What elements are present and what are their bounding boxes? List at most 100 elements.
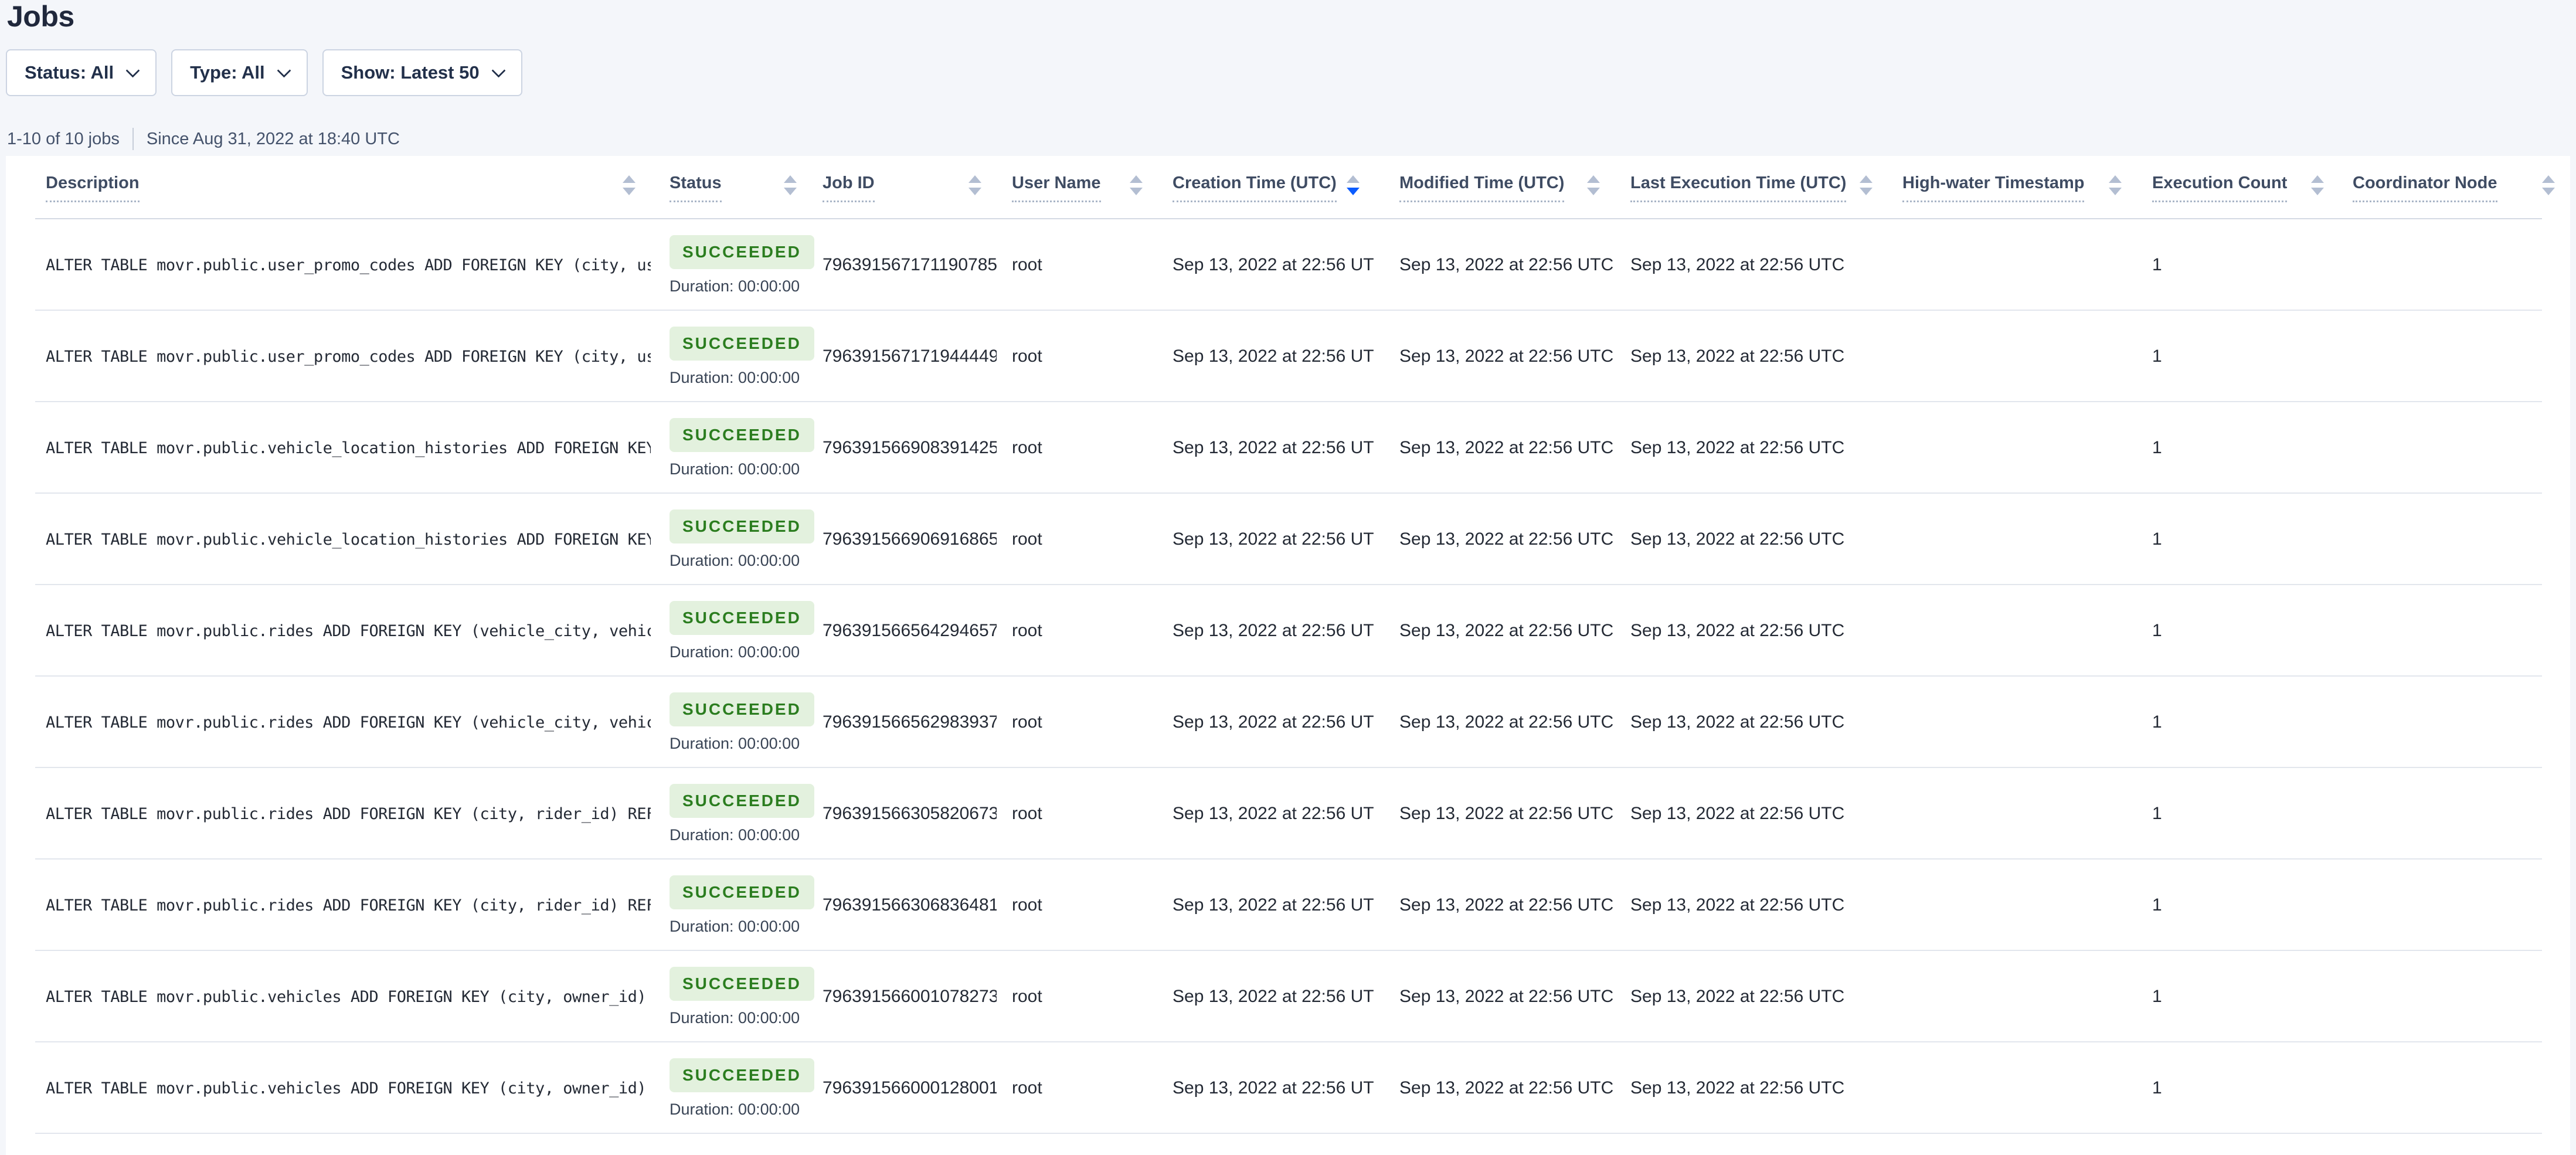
type-filter-dropdown[interactable]: Type: All	[171, 49, 307, 96]
table-row[interactable]: ALTER TABLE movr.public.rides ADD FOREIG…	[6, 677, 2570, 768]
creation-time: Sep 13, 2022 at 22:56 UTC	[1158, 987, 1375, 1007]
sort-arrows-icon	[2109, 175, 2122, 195]
jobs-count-text: 1-10 of 10 jobs	[7, 130, 120, 149]
column-header-description[interactable]: Description	[6, 174, 651, 202]
table-row[interactable]: ALTER TABLE movr.public.rides ADD FOREIG…	[6, 860, 2570, 951]
show-filter-dropdown[interactable]: Show: Latest 50	[322, 49, 522, 96]
last-execution-time: Sep 13, 2022 at 22:56 UTC	[1615, 529, 1888, 549]
execution-count: 1	[2137, 987, 2339, 1007]
user-name: root	[997, 712, 1158, 732]
table-body: ALTER TABLE movr.public.user_promo_codes…	[6, 219, 2570, 1134]
last-execution-time: Sep 13, 2022 at 22:56 UTC	[1615, 987, 1888, 1007]
table-row[interactable]: ALTER TABLE movr.public.vehicle_location…	[6, 402, 2570, 494]
job-id: 796391567171190785	[812, 255, 997, 275]
job-description[interactable]: ALTER TABLE movr.public.rides ADD FOREIG…	[46, 622, 651, 640]
table-row[interactable]: ALTER TABLE movr.public.user_promo_codes…	[6, 311, 2570, 402]
last-execution-time: Sep 13, 2022 at 22:56 UTC	[1615, 712, 1888, 732]
show-filter-label: Show: Latest 50	[341, 62, 480, 83]
table-row[interactable]: ALTER TABLE movr.public.rides ADD FOREIG…	[6, 768, 2570, 860]
modified-time: Sep 13, 2022 at 22:56 UTC	[1375, 1078, 1615, 1098]
column-header-job-id[interactable]: Job ID	[812, 174, 997, 202]
table-row[interactable]: ALTER TABLE movr.public.rides ADD FOREIG…	[6, 585, 2570, 677]
job-description[interactable]: ALTER TABLE movr.public.user_promo_codes…	[46, 348, 651, 366]
table-header-row: Description Status Job ID User Name Crea…	[6, 156, 2570, 219]
table-row[interactable]: ALTER TABLE movr.public.vehicle_location…	[6, 494, 2570, 585]
sort-arrows-icon	[968, 175, 981, 195]
execution-count: 1	[2137, 438, 2339, 458]
table-row[interactable]: ALTER TABLE movr.public.vehicles ADD FOR…	[6, 1042, 2570, 1134]
status-filter-dropdown[interactable]: Status: All	[6, 49, 157, 96]
column-header-status[interactable]: Status	[651, 174, 812, 202]
job-duration: Duration: 00:00:00	[670, 277, 800, 295]
last-execution-time: Sep 13, 2022 at 22:56 UTC	[1615, 621, 1888, 641]
creation-time: Sep 13, 2022 at 22:56 UTC	[1158, 804, 1375, 824]
results-summary: 1-10 of 10 jobs Since Aug 31, 2022 at 18…	[7, 128, 2576, 150]
creation-time: Sep 13, 2022 at 22:56 UTC	[1158, 529, 1375, 549]
user-name: root	[997, 621, 1158, 641]
chevron-down-icon	[126, 63, 140, 77]
jobs-table-card: Description Status Job ID User Name Crea…	[6, 156, 2570, 1155]
status-badge: SUCCEEDED	[670, 235, 814, 269]
job-id: 796391566562983937	[812, 712, 997, 732]
sort-arrows-icon	[2311, 175, 2324, 195]
modified-time: Sep 13, 2022 at 22:56 UTC	[1375, 529, 1615, 549]
last-execution-time: Sep 13, 2022 at 22:56 UTC	[1615, 438, 1888, 458]
column-header-high-water-timestamp[interactable]: High-water Timestamp	[1888, 174, 2137, 202]
user-name: root	[997, 804, 1158, 824]
status-badge: SUCCEEDED	[670, 967, 814, 1001]
job-description[interactable]: ALTER TABLE movr.public.user_promo_codes…	[46, 256, 651, 274]
creation-time: Sep 13, 2022 at 22:56 UTC	[1158, 255, 1375, 275]
job-description[interactable]: ALTER TABLE movr.public.vehicles ADD FOR…	[46, 988, 651, 1006]
job-id: 796391566908391425	[812, 438, 997, 458]
status-badge: SUCCEEDED	[670, 692, 814, 726]
user-name: root	[997, 346, 1158, 366]
execution-count: 1	[2137, 804, 2339, 824]
user-name: root	[997, 987, 1158, 1007]
sort-arrows-icon	[1860, 175, 1872, 195]
table-row[interactable]: ALTER TABLE movr.public.user_promo_codes…	[6, 219, 2570, 311]
job-duration: Duration: 00:00:00	[670, 552, 800, 570]
job-id: 796391566564294657	[812, 621, 997, 641]
modified-time: Sep 13, 2022 at 22:56 UTC	[1375, 438, 1615, 458]
execution-count: 1	[2137, 621, 2339, 641]
execution-count: 1	[2137, 895, 2339, 915]
execution-count: 1	[2137, 346, 2339, 366]
column-header-modified-time[interactable]: Modified Time (UTC)	[1375, 174, 1615, 202]
column-header-execution-count[interactable]: Execution Count	[2137, 174, 2339, 202]
modified-time: Sep 13, 2022 at 22:56 UTC	[1375, 621, 1615, 641]
type-filter-label: Type: All	[190, 62, 264, 83]
job-description[interactable]: ALTER TABLE movr.public.vehicles ADD FOR…	[46, 1079, 651, 1098]
status-badge: SUCCEEDED	[670, 509, 814, 543]
column-header-user-name[interactable]: User Name	[997, 174, 1158, 202]
column-header-creation-time[interactable]: Creation Time (UTC)	[1158, 174, 1375, 202]
job-duration: Duration: 00:00:00	[670, 643, 800, 661]
status-badge: SUCCEEDED	[670, 1058, 814, 1092]
table-row[interactable]: ALTER TABLE movr.public.vehicles ADD FOR…	[6, 951, 2570, 1042]
creation-time: Sep 13, 2022 at 22:56 UTC	[1158, 621, 1375, 641]
last-execution-time: Sep 13, 2022 at 22:56 UTC	[1615, 1078, 1888, 1098]
creation-time: Sep 13, 2022 at 22:56 UTC	[1158, 438, 1375, 458]
job-duration: Duration: 00:00:00	[670, 460, 800, 478]
last-execution-time: Sep 13, 2022 at 22:56 UTC	[1615, 895, 1888, 915]
status-filter-label: Status: All	[25, 62, 114, 83]
job-description[interactable]: ALTER TABLE movr.public.rides ADD FOREIG…	[46, 896, 651, 915]
column-header-coordinator-node[interactable]: Coordinator Node	[2339, 174, 2570, 202]
job-description[interactable]: ALTER TABLE movr.public.rides ADD FOREIG…	[46, 714, 651, 732]
job-description[interactable]: ALTER TABLE movr.public.vehicle_location…	[46, 531, 651, 549]
last-execution-time: Sep 13, 2022 at 22:56 UTC	[1615, 346, 1888, 366]
job-duration: Duration: 00:00:00	[670, 735, 800, 753]
chevron-down-icon	[277, 63, 291, 77]
filter-bar: Status: All Type: All Show: Latest 50	[6, 49, 2576, 96]
job-duration: Duration: 00:00:00	[670, 1100, 800, 1119]
modified-time: Sep 13, 2022 at 22:56 UTC	[1375, 712, 1615, 732]
sort-arrows-icon	[1347, 175, 1360, 195]
user-name: root	[997, 1078, 1158, 1098]
page-title: Jobs	[7, 1, 2576, 32]
status-badge: SUCCEEDED	[670, 418, 814, 452]
execution-count: 1	[2137, 712, 2339, 732]
job-id: 796391566001078273	[812, 987, 997, 1007]
job-description[interactable]: ALTER TABLE movr.public.rides ADD FOREIG…	[46, 805, 651, 823]
job-description[interactable]: ALTER TABLE movr.public.vehicle_location…	[46, 439, 651, 457]
job-duration: Duration: 00:00:00	[670, 826, 800, 844]
column-header-last-execution-time[interactable]: Last Execution Time (UTC)	[1615, 174, 1888, 202]
